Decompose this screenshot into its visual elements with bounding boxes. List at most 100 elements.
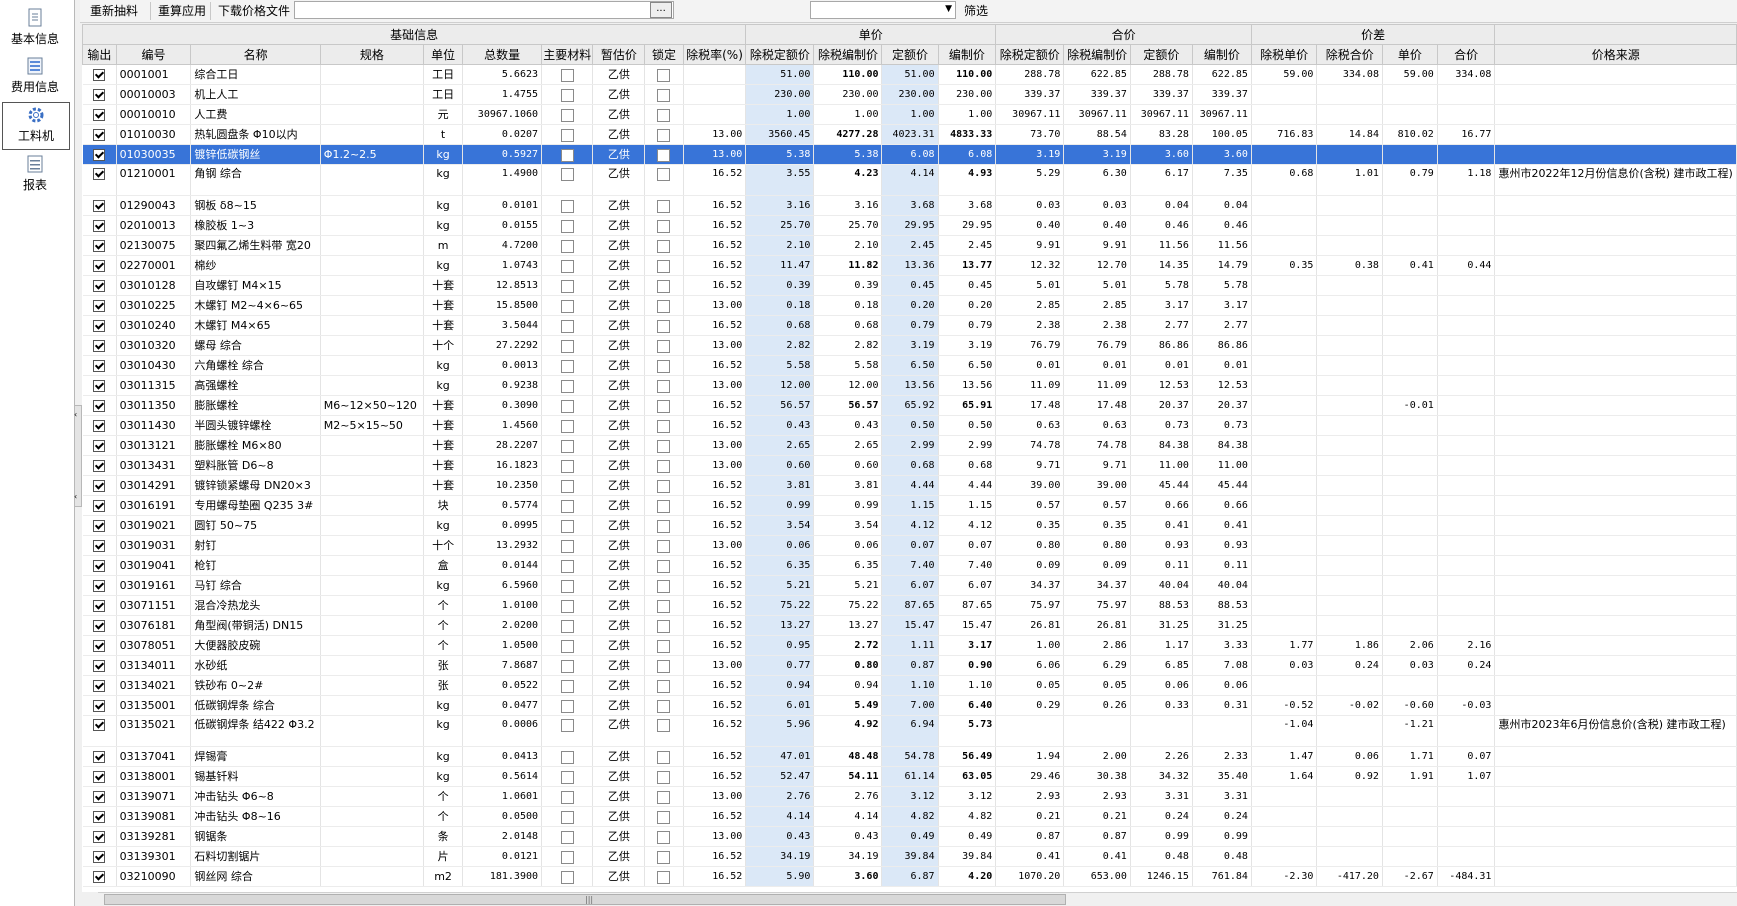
table-row[interactable]: 01290043 钢板 δ8~15 kg 0.0101 乙供 16.52 3.16 3.16 3… [82,195,1737,216]
value-cell[interactable]: 4.82 [881,806,939,827]
table-row[interactable]: 02270001 棉纱 kg 1.0743 乙供 16.52 11.47 11.82 13.36… [82,255,1737,276]
lock-checkbox[interactable] [657,699,671,713]
table-row[interactable]: 03137041 焊锡膏 kg 0.0413 乙供 16.52 47.01 48.48 54.7… [82,746,1737,767]
tax-rate-cell[interactable]: 13.00 [683,295,747,316]
main-material-checkbox[interactable] [560,439,574,453]
tax-rate-cell[interactable]: 16.52 [683,675,747,696]
tax-rate-cell[interactable] [683,84,747,105]
lock-checkbox[interactable] [657,619,671,633]
table-row[interactable]: 03135021 低碳钢焊条 结422 Φ3.2 kg 0.0006 乙供 16.52 5.… [82,715,1737,747]
main-material-cell[interactable] [541,144,594,165]
table-row[interactable]: 03019161 马钉 综合 kg 6.5960 乙供 16.52 5.21 5.21 6.07… [82,575,1737,596]
main-material-cell[interactable] [541,695,594,716]
main-material-cell[interactable] [541,375,594,396]
main-material-cell[interactable] [541,295,594,316]
value-cell[interactable]: 0.95 [745,635,815,656]
main-material-cell[interactable] [541,806,594,827]
value-cell[interactable]: 12.00 [813,375,883,396]
value-cell[interactable]: 1.10 [881,675,939,696]
value-cell[interactable]: 5.21 [813,575,883,596]
estimate-cell[interactable]: 乙供 [592,295,646,316]
tax-rate-cell[interactable]: 16.52 [683,806,747,827]
main-material-cell[interactable] [541,355,594,376]
lock-checkbox[interactable] [657,718,671,732]
output-checkbox[interactable] [93,149,106,161]
value-cell[interactable]: 0.79 [938,315,997,336]
output-checkbox[interactable] [93,200,106,212]
value-cell[interactable]: 5.73 [938,715,997,747]
output-cell[interactable] [82,395,117,416]
sidebar-item-3[interactable]: 报表 [2,152,68,198]
main-material-cell[interactable] [541,195,594,216]
lock-checkbox[interactable] [657,579,671,593]
tax-rate-cell[interactable]: 13.00 [683,535,747,556]
output-checkbox[interactable] [93,751,106,763]
value-cell[interactable]: 5.58 [745,355,815,376]
main-material-checkbox[interactable] [560,810,574,824]
output-checkbox[interactable] [93,460,106,472]
output-cell[interactable] [82,535,117,556]
estimate-cell[interactable]: 乙供 [592,475,646,496]
lock-cell[interactable] [644,495,684,516]
value-cell[interactable]: 2.99 [938,435,997,456]
main-material-checkbox[interactable] [560,750,574,764]
value-cell[interactable]: 5.38 [813,144,883,165]
value-cell[interactable]: 2.65 [813,435,883,456]
estimate-cell[interactable]: 乙供 [592,195,646,216]
estimate-cell[interactable]: 乙供 [592,335,646,356]
value-cell[interactable]: 0.45 [938,275,997,296]
output-cell[interactable] [82,806,117,827]
output-checkbox[interactable] [93,440,106,452]
output-cell[interactable] [82,715,117,747]
value-cell[interactable]: 2.82 [813,335,883,356]
value-cell[interactable]: 4.12 [881,515,939,536]
estimate-cell[interactable]: 乙供 [592,495,646,516]
main-material-checkbox[interactable] [560,699,574,713]
table-row[interactable]: 03076181 角型阀(带铜活) DN15 个 2.0200 乙供 16.52 13.27… [82,615,1737,636]
column-header[interactable]: 锁定 [644,44,684,65]
value-cell[interactable]: 25.70 [813,215,883,236]
tax-rate-cell[interactable]: 16.52 [683,215,747,236]
value-cell[interactable]: 2.10 [745,235,815,256]
value-cell[interactable]: 34.19 [745,846,815,867]
table-row[interactable]: 03139081 冲击钻头 Φ8~16 个 0.0500 乙供 16.52 4.14 4.14… [82,806,1737,827]
main-material-checkbox[interactable] [560,579,574,593]
value-cell[interactable]: 0.68 [938,455,997,476]
main-material-cell[interactable] [541,475,594,496]
output-checkbox[interactable] [93,851,106,863]
lock-cell[interactable] [644,255,684,276]
table-row[interactable]: 03010128 自攻螺钉 M4×15 十套 12.8513 乙供 16.52 0.39 0.… [82,275,1737,296]
main-material-checkbox[interactable] [560,299,574,313]
tax-rate-cell[interactable]: 16.52 [683,866,747,887]
output-cell[interactable] [82,515,117,536]
main-material-checkbox[interactable] [560,339,574,353]
main-material-checkbox[interactable] [560,479,574,493]
value-cell[interactable]: 4.44 [938,475,997,496]
output-checkbox[interactable] [93,300,106,312]
value-cell[interactable]: 5.96 [745,715,815,747]
lock-cell[interactable] [644,715,684,747]
main-material-cell[interactable] [541,866,594,887]
re-extract-button[interactable]: 重新抽料 [86,2,142,20]
lock-cell[interactable] [644,195,684,216]
lock-checkbox[interactable] [657,830,671,844]
price-file-input[interactable] [294,1,674,19]
lock-cell[interactable] [644,615,684,636]
tax-rate-cell[interactable]: 16.52 [683,766,747,787]
estimate-cell[interactable]: 乙供 [592,275,646,296]
main-material-checkbox[interactable] [560,659,574,673]
output-checkbox[interactable] [93,69,106,81]
column-header[interactable]: 除税合价 [1316,44,1383,65]
browse-button[interactable]: ... [650,2,672,18]
tax-rate-cell[interactable]: 16.52 [683,715,747,747]
main-material-cell[interactable] [541,435,594,456]
value-cell[interactable]: 6.50 [938,355,997,376]
value-cell[interactable]: 56.57 [813,395,883,416]
value-cell[interactable]: 2.72 [813,635,883,656]
lock-checkbox[interactable] [657,810,671,824]
column-header[interactable]: 定额价 [1129,44,1193,65]
lock-checkbox[interactable] [657,790,671,804]
main-material-cell[interactable] [541,315,594,336]
estimate-cell[interactable]: 乙供 [592,375,646,396]
tax-rate-cell[interactable]: 16.52 [683,615,747,636]
